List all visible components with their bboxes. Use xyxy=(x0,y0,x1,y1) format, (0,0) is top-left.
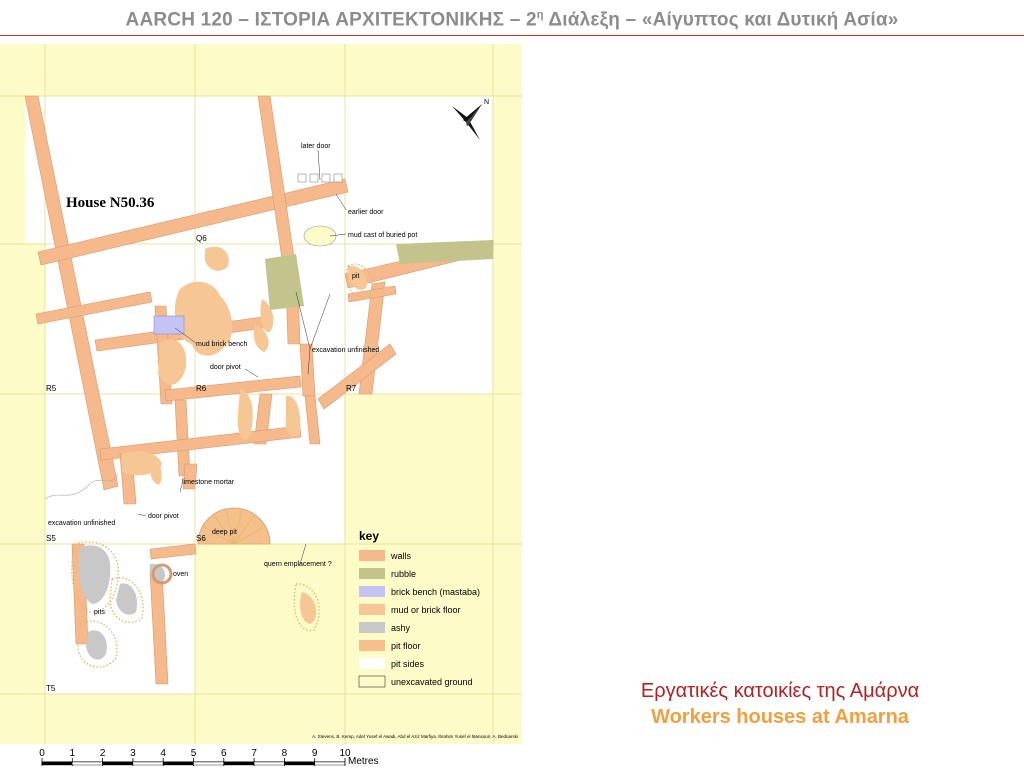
scale-tick-label: 5 xyxy=(191,748,197,759)
key-label: pit sides xyxy=(391,659,425,669)
scale-tick-label: 9 xyxy=(312,748,318,759)
label-excavation-unfinished-east: excavation unfinished xyxy=(312,347,379,354)
key-swatch xyxy=(359,604,385,615)
caption-english: Workers houses at Amarna xyxy=(651,706,909,728)
key-label: ashy xyxy=(391,623,411,633)
label-mud-cast: mud cast of buried pot xyxy=(348,232,417,239)
label-earlier-door: earlier door xyxy=(348,209,384,216)
scale-segment xyxy=(41,761,73,766)
label-quern-emplacement: quern emplacement ? xyxy=(264,561,332,568)
key-label: unexcavated ground xyxy=(391,677,473,687)
scale-segment xyxy=(314,761,346,766)
scale-segment xyxy=(132,761,164,766)
label-deep-pit: deep pit xyxy=(212,529,237,536)
grid-label-s6: S6 xyxy=(196,534,206,543)
grid-label-r6: R6 xyxy=(196,384,207,393)
scale-tick-label: 7 xyxy=(251,748,257,759)
caption-greek: Εργατικές κατοικίες της Αμάρνα xyxy=(640,680,920,702)
key-swatch xyxy=(359,568,385,579)
label-later-door: later door xyxy=(301,143,331,150)
label-mud-brick-bench: mud brick bench xyxy=(196,341,247,348)
slide-title-main: AARCH 120 – ΙΣΤΟΡΙΑ ΑΡΧΙΤΕΚΤΟΝΙΚΗΣ – 2 xyxy=(125,9,537,31)
slide-title-superscript: η xyxy=(536,9,544,21)
scale-tick-label: 6 xyxy=(221,748,227,759)
title-divider xyxy=(0,35,1024,36)
grid-label-r7: R7 xyxy=(346,384,357,393)
scale-segment xyxy=(102,761,134,766)
scale-segment xyxy=(253,761,285,766)
key-swatch xyxy=(359,640,385,651)
scale-unit: Metres xyxy=(348,756,379,767)
key-label: pit floor xyxy=(391,641,421,651)
label-door-pivot-north: door pivot xyxy=(210,364,241,371)
key-swatch xyxy=(358,675,386,688)
scale-segment xyxy=(284,761,315,766)
house-label: House N50.36 xyxy=(66,195,155,211)
slide-title-rest: Διάλεξη – «Αίγυπτος και Δυτική Ασία» xyxy=(543,9,899,31)
label-pit: pit xyxy=(352,273,359,280)
scale-bar: 0 1 2 3 4 5 6 7 8 9 10 Metres xyxy=(39,748,378,767)
grid-label-q6: Q6 xyxy=(196,234,207,243)
scale-segment xyxy=(72,761,103,766)
scale-segment xyxy=(162,761,194,766)
key-swatch xyxy=(359,622,385,633)
key-swatch xyxy=(359,658,385,669)
map-credits: A. Stevens, B. Kemp, Adel Yusef el Awadi… xyxy=(312,734,518,739)
key-label: brick bench (mastaba) xyxy=(391,587,480,597)
key-title: key xyxy=(359,529,379,543)
label-limestone-mortar: limestone mortar xyxy=(182,479,235,486)
scale-segment xyxy=(223,761,255,766)
grid-label-s5: S5 xyxy=(46,534,56,543)
label-oven: oven xyxy=(173,571,188,578)
scale-tick-label: 2 xyxy=(100,748,106,759)
scale-tick-label: 3 xyxy=(130,748,136,759)
scale-tick-label: 8 xyxy=(282,748,288,759)
key-swatch xyxy=(359,550,385,561)
grid-label-t5: T5 xyxy=(46,684,56,693)
scale-tick-label: 0 xyxy=(39,748,45,759)
slide-title: AARCH 120 – ΙΣΤΟΡΙΑ ΑΡΧΙΤΕΚΤΟΝΙΚΗΣ – 2η … xyxy=(0,9,1024,31)
key-label: mud or brick floor xyxy=(391,605,461,615)
key-swatch xyxy=(359,586,385,597)
key-label: rubble xyxy=(391,569,416,579)
scale-tick-label: 1 xyxy=(70,748,76,759)
label-door-pivot-south: door pivot xyxy=(148,513,179,520)
label-excavation-unfinished-west: excavation unfinished xyxy=(48,520,115,527)
scale-tick-label: 4 xyxy=(160,748,166,759)
scale-segment xyxy=(193,761,224,766)
excavation-plan-map: N House N50.36 Q6 R5 R6 R7 S5 S6 T5 late… xyxy=(0,44,522,767)
slide-caption: Εργατικές κατοικίες της Αμάρνα Workers h… xyxy=(580,678,980,730)
key-label: walls xyxy=(390,551,412,561)
north-label: N xyxy=(484,99,489,106)
label-pits: pits xyxy=(94,609,105,616)
grid-label-r5: R5 xyxy=(46,384,57,393)
